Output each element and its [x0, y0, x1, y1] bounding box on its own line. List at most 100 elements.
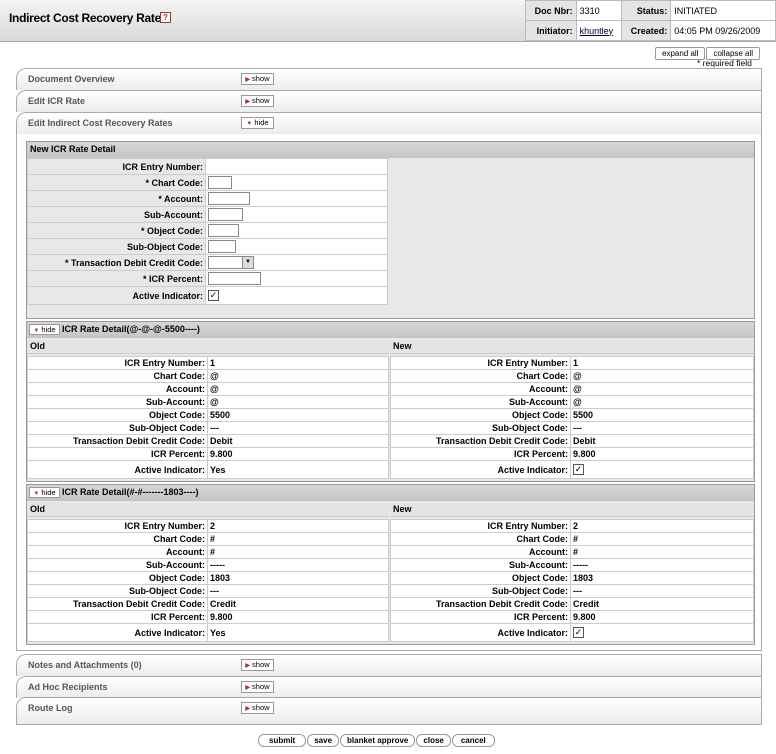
action-button-bar: submit save blanket approve close cancel	[258, 734, 496, 747]
tab-label: Edit Indirect Cost Recovery Rates	[28, 118, 173, 128]
value: @	[570, 369, 754, 383]
page-title: Indirect Cost Recovery Rate	[9, 11, 161, 25]
new-detail-form: ICR Entry Number: * Chart Code: * Accoun…	[27, 158, 388, 305]
label: Active Indicator:	[390, 623, 571, 642]
new-detail-section: New ICR Rate Detail ICR Entry Number: * …	[26, 141, 755, 319]
chart-code-label: * Chart Code:	[27, 174, 206, 191]
detail-2-old-table: ICR Entry Number: 2 Chart Code: # Account:…	[27, 519, 389, 642]
dropdown-arrow-icon: ▼	[242, 257, 253, 268]
created-value: 04:05 PM 09/26/2009	[670, 20, 776, 41]
icr-percent-input[interactable]	[208, 272, 261, 285]
account-input[interactable]	[208, 192, 250, 205]
sub-object-code-input[interactable]	[208, 240, 236, 253]
triangle-right-icon: ▶	[245, 99, 251, 105]
value: 9.800	[207, 610, 389, 624]
blanket-approve-button[interactable]: blanket approve	[340, 734, 416, 747]
show-button[interactable]: ▶ show	[241, 95, 274, 107]
doc-nbr-label: Doc Nbr:	[525, 0, 577, 21]
label: Object Code:	[390, 408, 571, 422]
active-indicator-checkbox[interactable]: ✓	[573, 627, 584, 639]
label: Sub-Account:	[390, 558, 571, 572]
show-button[interactable]: ▶ show	[241, 659, 274, 671]
tab-edit-indirect-cost-recovery-rates: Edit Indirect Cost Recovery Rates ▼ hide	[16, 112, 762, 134]
value: Credit	[207, 597, 389, 611]
help-icon[interactable]: ?	[160, 12, 171, 23]
tab-label: Ad Hoc Recipients	[28, 682, 108, 692]
active-indicator-checkbox[interactable]: ✓	[573, 464, 584, 476]
initiator-link[interactable]: khuntley	[580, 26, 614, 36]
label: Transaction Debit Credit Code:	[390, 597, 571, 611]
show-button[interactable]: ▶ show	[241, 702, 274, 714]
label: Account:	[27, 545, 208, 559]
label: Active Indicator:	[27, 623, 208, 642]
show-label: show	[252, 96, 270, 105]
value: 9.800	[570, 610, 754, 624]
tab-notes-and-attachments: Notes and Attachments (0) ▶ show	[16, 654, 762, 676]
active-indicator-label: Active Indicator:	[27, 286, 206, 305]
show-label: show	[252, 703, 270, 712]
label: ICR Entry Number:	[390, 356, 571, 370]
value: 1	[207, 356, 389, 370]
show-button[interactable]: ▶ show	[241, 681, 274, 693]
document-header-info: Doc Nbr: 3310 Status: INITIATED Initiator: k…	[525, 0, 776, 41]
value: @	[207, 395, 389, 409]
label: Chart Code:	[390, 532, 571, 546]
label: Active Indicator:	[27, 460, 208, 479]
value: 2	[207, 519, 389, 533]
old-header: Old	[27, 503, 389, 517]
sub-account-label: Sub-Account:	[27, 206, 206, 223]
label: ICR Entry Number:	[390, 519, 571, 533]
object-code-label: * Object Code:	[27, 222, 206, 239]
value: Credit	[570, 597, 754, 611]
label: Object Code:	[390, 571, 571, 585]
show-label: show	[252, 660, 270, 669]
label: Sub-Object Code:	[390, 421, 571, 435]
icr-rate-detail-section-1: ICR Rate Detail(@-@-@-5500----) ▼ hide Ol…	[26, 321, 755, 482]
value: Debit	[570, 434, 754, 448]
value: #	[570, 545, 754, 559]
tab-label: Route Log	[28, 703, 73, 713]
sub-account-input[interactable]	[208, 208, 243, 221]
label: Sub-Account:	[27, 395, 208, 409]
initiator-label: Initiator:	[525, 20, 577, 41]
detail-1-old-table: ICR Entry Number: 1 Chart Code: @ Account:…	[27, 356, 389, 479]
detail-1-title: ICR Rate Detail(@-@-@-5500----)	[27, 322, 754, 338]
hide-button[interactable]: ▼ hide	[241, 117, 274, 129]
value: @	[207, 369, 389, 383]
label: Sub-Object Code:	[27, 421, 208, 435]
submit-button[interactable]: submit	[258, 734, 307, 747]
label: Chart Code:	[27, 369, 208, 383]
value: 9.800	[207, 447, 389, 461]
value: 2	[570, 519, 754, 533]
header-bar: Indirect Cost Recovery Rate ? Doc Nbr: 33…	[0, 0, 776, 42]
value: Debit	[207, 434, 389, 448]
close-button[interactable]: close	[416, 734, 451, 747]
hide-label: hide	[41, 325, 56, 334]
cancel-button[interactable]: cancel	[451, 734, 495, 747]
triangle-right-icon: ▶	[245, 663, 251, 669]
detail-2-title: ICR Rate Detail(#-#-------1803----)	[27, 485, 754, 501]
chart-code-input[interactable]	[208, 176, 232, 189]
label: Object Code:	[27, 571, 208, 585]
detail-2-hide-button[interactable]: ▼ hide	[29, 487, 60, 498]
debit-credit-code-select[interactable]: ▼	[208, 256, 254, 269]
label: Account:	[27, 382, 208, 396]
active-indicator-checkbox[interactable]: ✓	[208, 290, 219, 302]
new-header: New	[390, 503, 754, 517]
value: #	[207, 532, 389, 546]
show-button[interactable]: ▶ show	[241, 73, 274, 85]
detail-1-hide-button[interactable]: ▼ hide	[29, 324, 60, 335]
label: ICR Percent:	[390, 610, 571, 624]
required-field-note: * required field	[697, 58, 752, 68]
object-code-input[interactable]	[208, 224, 239, 237]
value: Yes	[207, 460, 389, 479]
value: 5500	[570, 408, 754, 422]
debit-credit-code-label: * Transaction Debit Credit Code:	[27, 254, 206, 271]
tab-route-log: Route Log ▶ show	[16, 697, 762, 725]
tab-label: Edit ICR Rate	[28, 96, 86, 106]
label: Object Code:	[27, 408, 208, 422]
new-header: New	[390, 340, 754, 354]
tab-edit-icr-rate: Edit ICR Rate ▶ show	[16, 90, 762, 112]
label: ICR Percent:	[27, 447, 208, 461]
save-button[interactable]: save	[307, 734, 340, 747]
